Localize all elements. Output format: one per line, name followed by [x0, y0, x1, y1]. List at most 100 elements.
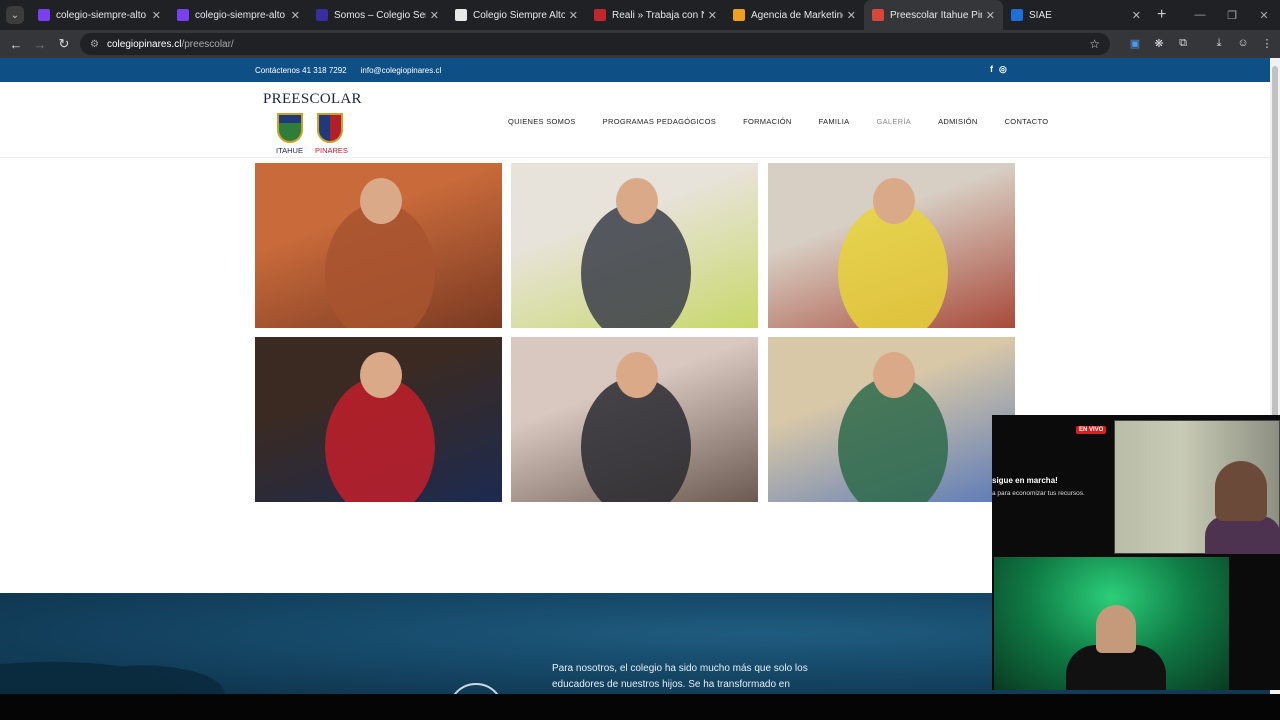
- tab-favicon-icon: [38, 9, 50, 21]
- browser-tab[interactable]: colegio-siempre-alto ✕: [169, 0, 308, 30]
- tab-bar: ⌄ colegio-siempre-alto ✕ colegio-siempre-a…: [0, 0, 1280, 30]
- menu-kebab-icon[interactable]: ⋮: [1260, 37, 1274, 51]
- tab-favicon-icon: [1011, 9, 1023, 21]
- tab-favicon-icon: [872, 9, 884, 21]
- instagram-icon[interactable]: ◎: [999, 64, 1007, 75]
- tab-close-icon[interactable]: ✕: [708, 9, 717, 22]
- contact-email[interactable]: info@colegiopinares.cl: [361, 66, 442, 75]
- browser-tab[interactable]: Preescolar Itahue Pinares ✕: [864, 0, 1003, 30]
- nav-item[interactable]: ADMISIÓN: [938, 117, 978, 126]
- nav-item[interactable]: CONTACTO: [1005, 117, 1049, 126]
- webcam-feed-2: [994, 557, 1229, 690]
- nav-item[interactable]: FORMACIÓN: [743, 117, 792, 126]
- tab-strip: colegio-siempre-alto ✕ colegio-siempre-alt…: [30, 0, 1149, 30]
- tab-title: Colegio Siempre Alto — I: [473, 9, 565, 21]
- tab-close-icon[interactable]: ✕: [430, 9, 439, 22]
- webcam-person-body: [1205, 516, 1280, 554]
- extension-icon[interactable]: ▣: [1128, 37, 1142, 51]
- logo-title: PREESCOLAR: [263, 91, 362, 107]
- tab-favicon-icon: [594, 9, 606, 21]
- tab-favicon-icon: [733, 9, 745, 21]
- tab-title: Agencia de Marketing Dig: [751, 9, 843, 21]
- tab-close-icon[interactable]: ✕: [291, 9, 300, 22]
- webcam-feed-1: [1114, 420, 1280, 554]
- tab-favicon-icon: [177, 9, 189, 21]
- decorative-circle: [448, 683, 504, 694]
- gallery-photo-family-portrait[interactable]: [511, 337, 758, 502]
- gallery-photo-child-at-painted-wall[interactable]: [255, 163, 502, 328]
- tab-close-icon[interactable]: ✕: [152, 9, 161, 22]
- extensions-area: ▣ ❋ ⧉ ⤓ ☺ ⋮: [1128, 37, 1274, 51]
- url-path: /preescolar/: [181, 38, 234, 50]
- overlay-subtext: a para economizar tus recursos.: [992, 490, 1085, 497]
- photo-face: [616, 178, 658, 224]
- logo-label-itahue: ITAHUE: [276, 146, 303, 155]
- testimonial-text: Para nosotros, el colegio ha sido mucho …: [552, 663, 808, 690]
- nav-item[interactable]: QUIENES SOMOS: [508, 117, 576, 126]
- site-header: PREESCOLAR ITAHUE PINARES QUIENES SOMOS P…: [0, 82, 1270, 158]
- browser-tab[interactable]: Agencia de Marketing Dig ✕: [725, 0, 864, 30]
- pinares-crest-icon: [317, 113, 343, 143]
- gallery-photo-girl-playing-with-clay[interactable]: [768, 163, 1015, 328]
- tab-favicon-icon: [455, 9, 467, 21]
- nav-item[interactable]: FAMILIA: [819, 117, 850, 126]
- tab-close-icon[interactable]: ✕: [569, 9, 578, 22]
- tab-search-icon[interactable]: ⌄: [6, 6, 24, 24]
- puzzle-extensions-icon[interactable]: ⧉: [1176, 37, 1190, 51]
- webcam-person-head: [1096, 605, 1136, 653]
- browser-tab[interactable]: colegio-siempre-alto ✕: [30, 0, 169, 30]
- window-controls: — ❐ ✕: [1184, 0, 1280, 30]
- nav-item[interactable]: GALERÍA: [876, 117, 911, 126]
- contact-strip: Contáctenos 41 318 7292 info@colegiopina…: [0, 58, 1270, 82]
- browser-tab[interactable]: SIAE ✕: [1003, 0, 1149, 30]
- tab-title: SIAE: [1029, 9, 1052, 21]
- facebook-icon[interactable]: f: [990, 64, 993, 75]
- main-nav: QUIENES SOMOS PROGRAMAS PEDAGÓGICOS FORMAC…: [508, 117, 1048, 126]
- tab-close-icon[interactable]: ✕: [1132, 9, 1141, 22]
- browser-tab[interactable]: Colegio Siempre Alto — I ✕: [447, 0, 586, 30]
- tab-close-icon[interactable]: ✕: [986, 9, 995, 22]
- tab-favicon-icon: [316, 9, 328, 21]
- tab-title: Reali » Trabaja con Nosot: [612, 9, 704, 21]
- screen: ⌄ colegio-siempre-alto ✕ colegio-siempre-a…: [0, 0, 1280, 720]
- profile-icon[interactable]: ☺: [1236, 37, 1250, 51]
- tab-title: colegio-siempre-alto: [56, 9, 147, 21]
- url-host: colegiopinares.cl: [106, 38, 182, 50]
- gallery-photo-boys-making-peace-signs[interactable]: [255, 337, 502, 502]
- gallery-photo-teacher-with-children-drawing[interactable]: [511, 163, 758, 328]
- contact-phone[interactable]: Contáctenos 41 318 7292: [255, 66, 347, 75]
- close-window-icon[interactable]: ✕: [1248, 9, 1280, 22]
- tab-title: colegio-siempre-alto: [195, 9, 286, 21]
- gallery-photo-teacher-in-classroom[interactable]: [768, 337, 1015, 502]
- logo-label-pinares: PINARES: [315, 146, 348, 155]
- nav-item[interactable]: PROGRAMAS PEDAGÓGICOS: [603, 117, 716, 126]
- bookmark-star-icon[interactable]: ☆: [1089, 37, 1100, 51]
- photo-face: [873, 178, 915, 224]
- restore-icon[interactable]: ❐: [1216, 9, 1248, 22]
- new-tab-icon[interactable]: +: [1157, 6, 1166, 24]
- url-field[interactable]: ⚙ colegiopinares.cl /preescolar/ ☆: [80, 33, 1110, 55]
- tab-title: Preescolar Itahue Pinares: [890, 9, 982, 21]
- taskbar-strip: [0, 694, 1280, 720]
- tab-close-icon[interactable]: ✕: [847, 9, 856, 22]
- site-info-icon[interactable]: ⚙: [90, 39, 99, 50]
- photo-face: [616, 352, 658, 398]
- reload-icon[interactable]: ↻: [52, 36, 76, 52]
- download-icon[interactable]: ⤓: [1212, 37, 1226, 51]
- minimize-icon[interactable]: —: [1184, 9, 1216, 21]
- photo-face: [873, 352, 915, 398]
- openai-extension-icon[interactable]: ❋: [1152, 37, 1166, 51]
- photo-face: [360, 178, 402, 224]
- live-badge: EN VIVO: [1076, 426, 1107, 434]
- browser-tab[interactable]: Somos – Colegio Semper ✕: [308, 0, 447, 30]
- site-logo[interactable]: PREESCOLAR ITAHUE PINARES: [263, 91, 363, 155]
- tab-title: Somos – Colegio Semper: [334, 9, 426, 21]
- stream-overlay: EN VIVO sigue en marcha! a para economiz…: [992, 415, 1280, 690]
- back-icon[interactable]: ←: [4, 37, 28, 52]
- forest-silhouette: [0, 644, 260, 694]
- forward-icon[interactable]: →: [28, 37, 52, 52]
- webcam-person-head: [1215, 461, 1267, 521]
- browser-tab[interactable]: Reali » Trabaja con Nosot ✕: [586, 0, 725, 30]
- overlay-headline: sigue en marcha!: [992, 476, 1058, 485]
- photo-face: [360, 352, 402, 398]
